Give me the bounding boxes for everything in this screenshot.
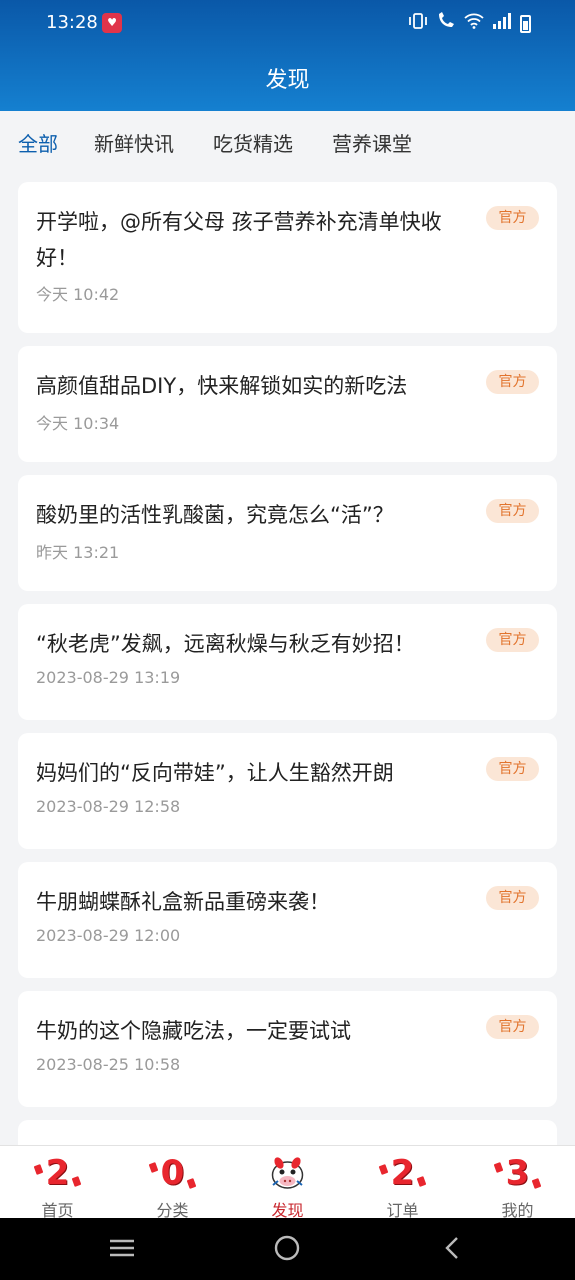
official-badge: 官方 bbox=[486, 628, 539, 652]
official-badge: 官方 bbox=[486, 206, 539, 230]
header-bar: 13:28 ♥ 发现 bbox=[0, 0, 575, 111]
article-card[interactable]: 牛奶的这个隐藏吃法，一定要试试 2023-08-25 10:58 官方 bbox=[18, 991, 557, 1107]
article-title: 妈妈们的“反向带娃”，让人生豁然开朗 bbox=[36, 761, 394, 785]
article-time: 2023-08-25 10:58 bbox=[36, 1055, 181, 1074]
digit-2-festive-icon: 2 bbox=[33, 1153, 82, 1194]
official-badge: 官方 bbox=[486, 499, 539, 523]
article-title: 酸奶里的活性乳酸菌，究竟怎么“活”？ bbox=[36, 503, 394, 527]
app-notification-icon: ♥ bbox=[102, 13, 122, 33]
page-title: 发现 bbox=[265, 68, 310, 93]
article-title: 开学啦，@所有父母 孩子营养补充清单快收好！ bbox=[36, 210, 442, 270]
tabbar-item-category[interactable]: 0 分类 bbox=[115, 1146, 230, 1220]
official-badge: 官方 bbox=[486, 886, 539, 910]
article-time: 2023-08-29 13:19 bbox=[36, 668, 181, 687]
category-tabs: 全部 新鲜快讯 吃货精选 营养课堂 bbox=[0, 111, 575, 171]
article-title: 牛朋蝴蝶酥礼盒新品重磅来袭！ bbox=[36, 890, 330, 914]
article-card[interactable]: 酸奶里的活性乳酸菌，究竟怎么“活”？ 昨天 13:21 官方 bbox=[18, 475, 557, 591]
system-nav-bar bbox=[0, 1218, 575, 1280]
tabbar-item-home[interactable]: 2 首页 bbox=[0, 1146, 115, 1220]
official-badge: 官方 bbox=[486, 370, 539, 394]
article-time: 昨天 13:21 bbox=[36, 543, 120, 562]
article-time: 今天 10:42 bbox=[36, 285, 120, 304]
tab-all[interactable]: 全部 bbox=[18, 128, 58, 157]
tabbar-item-orders[interactable]: 2 订单 bbox=[345, 1146, 460, 1220]
home-circle-icon[interactable] bbox=[272, 1233, 302, 1263]
tab-news[interactable]: 新鲜快讯 bbox=[94, 128, 174, 157]
article-card[interactable]: 开学啦，@所有父母 孩子营养补充清单快收好！ 今天 10:42 官方 bbox=[18, 182, 557, 333]
digit-0-festive-icon: 0 bbox=[148, 1153, 197, 1194]
signal-icon bbox=[492, 13, 512, 34]
system-icons bbox=[408, 12, 531, 35]
digit-3-festive-icon: 3 bbox=[493, 1153, 542, 1194]
back-icon[interactable] bbox=[438, 1233, 468, 1263]
menu-icon[interactable] bbox=[107, 1233, 137, 1263]
digit-2-festive-icon: 2 bbox=[378, 1153, 427, 1194]
article-time: 2023-08-29 12:58 bbox=[36, 797, 181, 816]
article-time: 今天 10:34 bbox=[36, 414, 120, 433]
status-time: 13:28 bbox=[46, 12, 98, 33]
article-time: 2023-08-29 12:00 bbox=[36, 926, 181, 945]
article-card[interactable]: 牛朋蝴蝶酥礼盒新品重磅来袭！ 2023-08-29 12:00 官方 bbox=[18, 862, 557, 978]
tab-nutrition-class[interactable]: 营养课堂 bbox=[332, 128, 412, 157]
battery-icon bbox=[520, 14, 531, 33]
status-bar: 13:28 ♥ bbox=[0, 0, 575, 46]
article-title: “秋老虎”发飙，远离秋燥与秋乏有妙招！ bbox=[36, 632, 415, 656]
official-badge: 官方 bbox=[486, 1015, 539, 1039]
tab-foodie-picks[interactable]: 吃货精选 bbox=[213, 128, 293, 157]
tabbar-item-discover[interactable]: 发现 bbox=[230, 1146, 345, 1220]
article-card[interactable]: “秋老虎”发飙，远离秋燥与秋乏有妙招！ 2023-08-29 13:19 官方 bbox=[18, 604, 557, 720]
vibrate-icon bbox=[408, 13, 428, 34]
bottom-tab-bar: 2 首页 0 分类 发现 2 订单 3 我的 bbox=[0, 1145, 575, 1220]
official-badge: 官方 bbox=[486, 757, 539, 781]
article-title: 高颜值甜品DIY，快来解锁如实的新吃法 bbox=[36, 374, 408, 398]
wifi-call-icon bbox=[436, 12, 456, 35]
tabbar-item-mine[interactable]: 3 我的 bbox=[460, 1146, 575, 1220]
article-title: 牛奶的这个隐藏吃法，一定要试试 bbox=[36, 1019, 351, 1043]
wifi-icon bbox=[464, 13, 484, 34]
article-card[interactable]: 妈妈们的“反向带娃”，让人生豁然开朗 2023-08-29 12:58 官方 bbox=[18, 733, 557, 849]
article-card[interactable]: 高颜值甜品DIY，快来解锁如实的新吃法 今天 10:34 官方 bbox=[18, 346, 557, 462]
cow-mascot-icon bbox=[267, 1153, 308, 1194]
